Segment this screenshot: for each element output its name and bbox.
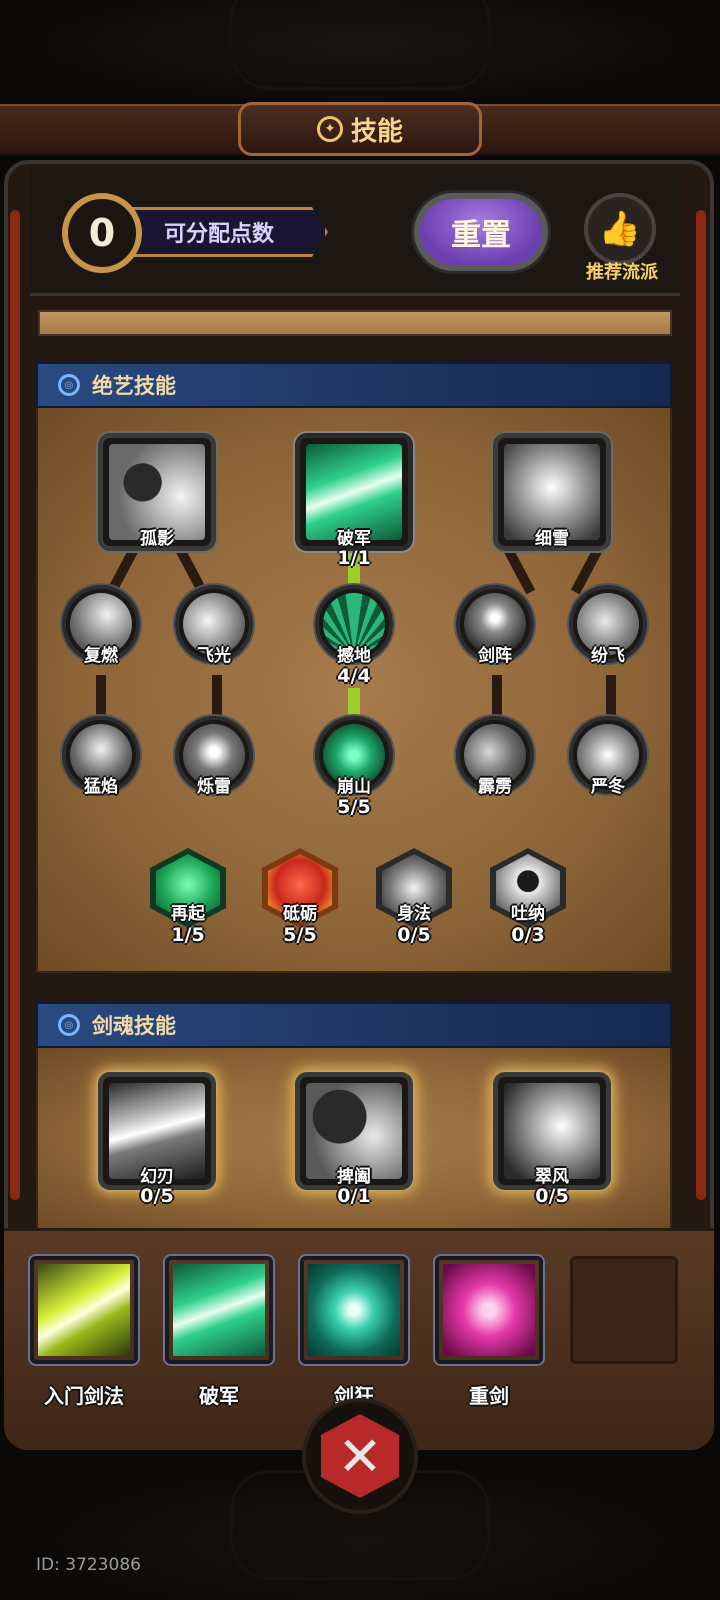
skill-name: 捭阖 bbox=[337, 1167, 371, 1187]
top-ornament bbox=[230, 0, 490, 90]
sword-frenzy-icon bbox=[308, 1264, 400, 1356]
passive-name: 吐纳 bbox=[511, 904, 545, 924]
skill-name: 飞光 bbox=[197, 646, 231, 666]
close-icon: ✕ bbox=[321, 1414, 399, 1498]
skill-name: 崩山 bbox=[337, 777, 371, 797]
skill-name: 翠风 bbox=[535, 1167, 569, 1187]
equipped-name: 重剑 bbox=[469, 1384, 509, 1408]
skill-name: 猛焰 bbox=[84, 777, 118, 797]
available-points: 0 bbox=[62, 193, 142, 273]
skill-name: 剑阵 bbox=[478, 646, 512, 666]
skill-name: 孤影 bbox=[140, 529, 174, 549]
skill-name: 霹雳 bbox=[478, 777, 512, 797]
skill-name: 破军 bbox=[337, 529, 371, 549]
army-breaker-icon bbox=[173, 1264, 265, 1356]
section-title-ultimate: 绝艺技能 bbox=[92, 374, 176, 398]
basic-sword-icon bbox=[38, 1264, 130, 1356]
skill-level: 1/1 bbox=[337, 547, 371, 569]
skill-name: 烁雷 bbox=[197, 777, 231, 797]
passive-name: 砥砺 bbox=[283, 904, 317, 924]
heavy-sword-icon bbox=[443, 1264, 535, 1356]
user-id: ID: 3723086 bbox=[36, 1555, 141, 1575]
title-plate: ✦ 技能 bbox=[238, 102, 482, 156]
equipped-slot-3[interactable] bbox=[300, 1256, 408, 1364]
skill-star-icon: ✦ bbox=[316, 116, 343, 142]
thumbs-up-icon[interactable]: 👍 bbox=[584, 193, 656, 265]
recommend-label[interactable]: 推荐流派 bbox=[572, 258, 672, 284]
section-header-ultimate: ◎ 绝艺技能 bbox=[36, 362, 672, 408]
right-rail bbox=[696, 210, 706, 1200]
points-label: 可分配点数 bbox=[128, 207, 328, 257]
left-rail bbox=[10, 210, 20, 1200]
section-title-soul: 剑魂技能 bbox=[92, 1014, 176, 1038]
passive-level: 5/5 bbox=[283, 924, 317, 946]
divider-strip bbox=[38, 310, 672, 336]
skill-name: 纷飞 bbox=[591, 646, 625, 666]
equipped-slot-1[interactable] bbox=[30, 1256, 138, 1364]
equipped-slot-empty[interactable] bbox=[570, 1256, 678, 1364]
skill-name: 幻刃 bbox=[140, 1167, 174, 1187]
skill-level: 0/5 bbox=[140, 1185, 174, 1207]
passive-level: 0/3 bbox=[511, 924, 545, 946]
page-title: 技能 bbox=[350, 116, 403, 147]
equipped-name: 破军 bbox=[199, 1384, 239, 1408]
skill-level: 0/5 bbox=[535, 1185, 569, 1207]
equipped-name: 入门剑法 bbox=[44, 1384, 124, 1408]
equipped-slot-2[interactable] bbox=[165, 1256, 273, 1364]
equipped-slot-4[interactable] bbox=[435, 1256, 543, 1364]
close-button[interactable]: ✕ bbox=[302, 1398, 418, 1514]
passive-level: 1/5 bbox=[171, 924, 205, 946]
passive-level: 0/5 bbox=[397, 924, 431, 946]
skill-level: 5/5 bbox=[337, 796, 371, 818]
section-icon: ◎ bbox=[58, 374, 80, 396]
section-header-soul: ◎ 剑魂技能 bbox=[36, 1002, 672, 1048]
skill-name: 复燃 bbox=[84, 646, 118, 666]
skill-name: 严冬 bbox=[591, 777, 625, 797]
reset-button[interactable]: 重置 bbox=[414, 193, 548, 271]
passive-name: 再起 bbox=[171, 904, 205, 924]
skill-name: 撼地 bbox=[337, 646, 371, 666]
skill-name: 细雪 bbox=[535, 529, 569, 549]
skill-level: 4/4 bbox=[337, 665, 371, 687]
passive-name: 身法 bbox=[397, 904, 431, 924]
skill-level: 0/1 bbox=[337, 1185, 371, 1207]
section-icon: ◎ bbox=[58, 1014, 80, 1036]
